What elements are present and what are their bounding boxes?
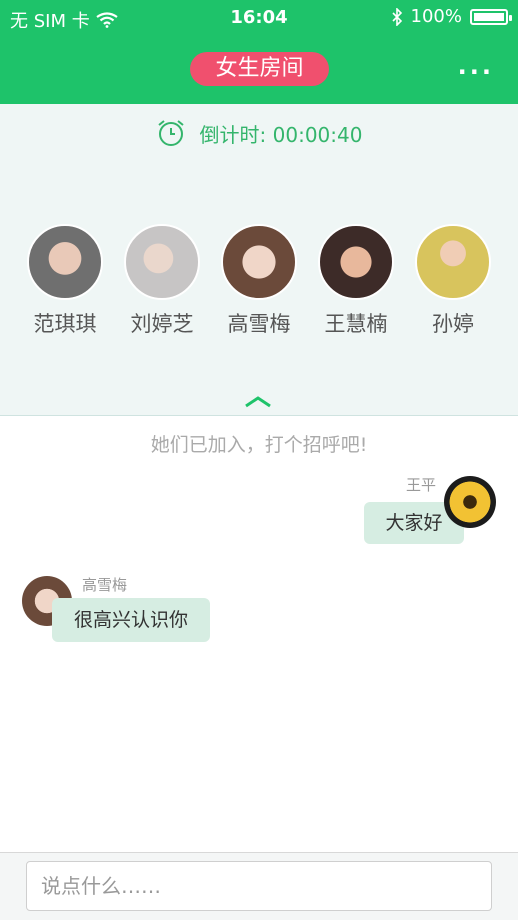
more-options-button[interactable]: ··· — [458, 58, 494, 86]
avatar — [318, 224, 394, 300]
member-item[interactable]: 王慧楠 — [311, 224, 401, 344]
member-item[interactable]: 范琪琪 — [20, 224, 110, 344]
battery-icon — [470, 8, 512, 25]
input-bar: 说点什么…… — [0, 852, 518, 920]
alarm-clock-icon — [157, 120, 184, 146]
member-item[interactable]: 孙婷 — [408, 224, 498, 344]
status-right: 100% — [391, 6, 512, 27]
countdown: 倒计时: 00:00:40 — [0, 116, 518, 150]
message-input[interactable]: 说点什么…… — [26, 861, 492, 911]
avatar — [124, 224, 200, 300]
member-name: 范琪琪 — [33, 312, 97, 336]
message-bubble[interactable]: 很高兴认识你 — [52, 598, 210, 642]
room-title: 女生房间 — [190, 52, 329, 86]
app-header: 无 SIM 卡 16:04 100% 女生房间 ··· — [0, 0, 518, 104]
member-name: 刘婷芝 — [130, 312, 194, 336]
chat-area: 她们已加入，打个招呼吧! 王平 大家好 高雪梅 很高兴认识你 — [0, 416, 518, 852]
member-item[interactable]: 刘婷芝 — [117, 224, 207, 344]
member-name: 王慧楠 — [324, 312, 388, 336]
bluetooth-icon — [391, 7, 402, 26]
member-name: 高雪梅 — [227, 312, 291, 336]
member-name: 孙婷 — [432, 312, 474, 336]
status-bar: 无 SIM 卡 16:04 100% — [0, 0, 518, 34]
collapse-chevron-icon[interactable] — [244, 396, 272, 408]
avatar — [415, 224, 491, 300]
message-sender: 王平 — [405, 476, 436, 494]
member-list: 范琪琪 刘婷芝 高雪梅 王慧楠 孙婷 — [20, 224, 498, 344]
avatar — [221, 224, 297, 300]
countdown-label: 倒计时: 00:00:40 — [199, 122, 363, 147]
member-item[interactable]: 高雪梅 — [214, 224, 304, 344]
avatar[interactable] — [444, 476, 496, 528]
message-sender: 高雪梅 — [82, 576, 128, 594]
battery-percent: 100% — [410, 6, 462, 27]
join-notice: 她们已加入，打个招呼吧! — [150, 434, 368, 456]
room-panel: 倒计时: 00:00:40 范琪琪 刘婷芝 高雪梅 王慧楠 孙婷 — [0, 104, 518, 416]
avatar — [27, 224, 103, 300]
